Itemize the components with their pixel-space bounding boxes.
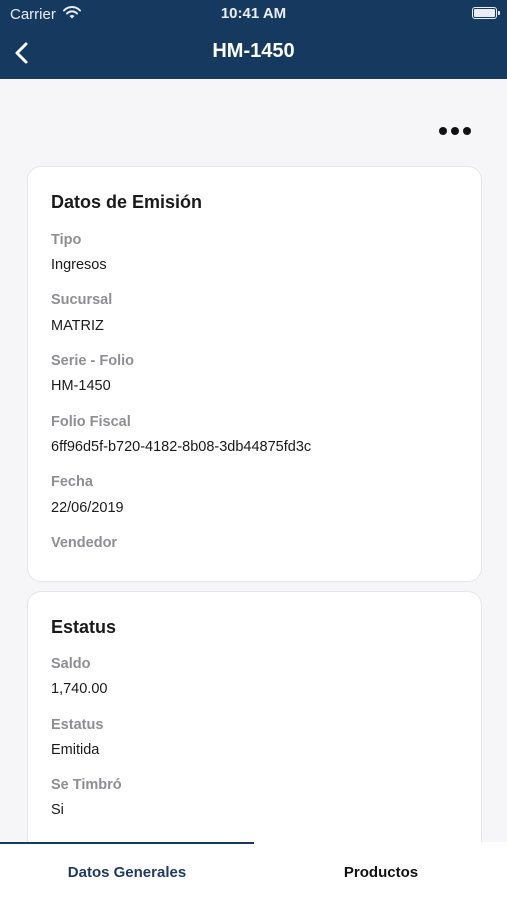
field-value-se-timbro: Si bbox=[51, 802, 64, 818]
tab-productos[interactable]: Productos bbox=[254, 864, 507, 881]
field-value-serie-folio: HM-1450 bbox=[51, 378, 111, 394]
field-value-tipo: Ingresos bbox=[51, 257, 107, 273]
field-value-sucursal: MATRIZ bbox=[51, 318, 104, 334]
field-label-sucursal: Sucursal bbox=[51, 292, 113, 308]
emision-card: Datos de Emisión Tipo Ingresos Sucursal … bbox=[27, 166, 482, 582]
active-tab-indicator bbox=[0, 842, 254, 844]
ellipsis-dot-icon bbox=[439, 127, 447, 135]
field-label-vendedor: Vendedor bbox=[51, 535, 118, 551]
field-value-folio-fiscal: 6ff96d5f-b720-4182-8b08-3db44875fd3c bbox=[51, 439, 312, 455]
more-options-button[interactable] bbox=[439, 122, 471, 140]
status-time: 10:41 AM bbox=[220, 5, 287, 22]
field-label-folio-fiscal: Folio Fiscal bbox=[51, 414, 131, 430]
ellipsis-dot-icon bbox=[463, 127, 471, 135]
field-label-saldo: Saldo bbox=[51, 656, 91, 672]
emision-card-title: Datos de Emisión bbox=[51, 192, 203, 212]
estatus-card-title: Estatus bbox=[51, 617, 117, 637]
field-value-fecha: 22/06/2019 bbox=[51, 500, 124, 516]
tab-bar: Datos Generales Productos bbox=[0, 842, 507, 900]
field-label-estatus: Estatus bbox=[51, 717, 104, 733]
field-label-tipo: Tipo bbox=[51, 232, 82, 248]
field-label-fecha: Fecha bbox=[51, 474, 93, 490]
field-label-se-timbro: Se Timbró bbox=[51, 777, 122, 793]
navigation-bar: HM-1450 bbox=[0, 28, 507, 79]
ellipsis-dot-icon bbox=[451, 127, 459, 135]
field-value-estatus: Emitida bbox=[51, 742, 100, 758]
field-value-saldo: 1,740.00 bbox=[51, 681, 108, 697]
battery-icon bbox=[472, 7, 500, 19]
field-label-serie-folio: Serie - Folio bbox=[51, 353, 134, 369]
status-bar: Carrier 10:41 AM bbox=[0, 0, 507, 28]
tab-datos-generales[interactable]: Datos Generales bbox=[0, 864, 254, 881]
estatus-card: Estatus Saldo 1,740.00 Estatus Emitida S… bbox=[27, 591, 482, 871]
page-title: HM-1450 bbox=[212, 40, 295, 62]
